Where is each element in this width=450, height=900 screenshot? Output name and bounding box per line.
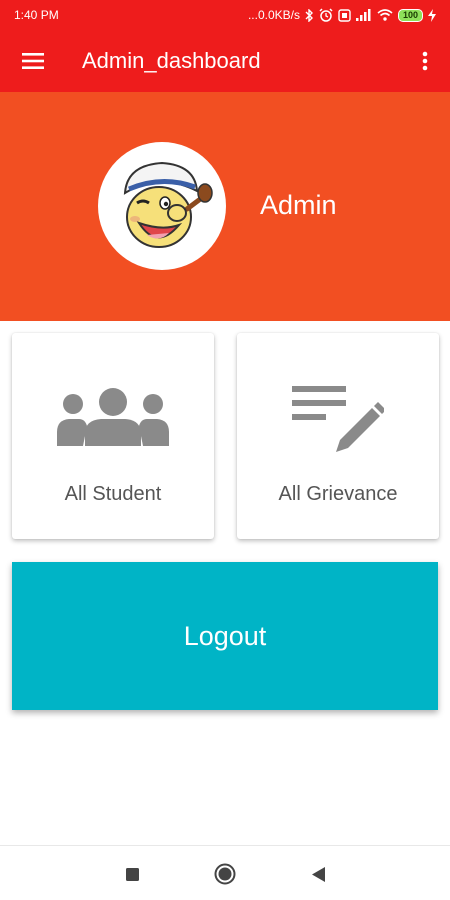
wifi-icon: [377, 9, 393, 21]
circle-home-icon: [214, 863, 236, 885]
alarm-icon: [319, 8, 333, 22]
app-bar: Admin_dashboard: [0, 30, 450, 92]
hamburger-menu-icon: [22, 53, 44, 69]
logout-button[interactable]: Logout: [12, 562, 438, 710]
avatar: [98, 142, 226, 270]
recents-button[interactable]: [118, 860, 146, 888]
more-vert-icon: [422, 51, 428, 71]
status-icons: ...0.0KB/s 100: [248, 8, 436, 22]
profile-header: Admin: [0, 92, 450, 321]
network-speed: ...0.0KB/s: [247, 8, 300, 22]
app-title: Admin_dashboard: [82, 48, 261, 73]
popeye-avatar-icon: [123, 161, 213, 248]
battery-indicator: 100: [397, 8, 423, 22]
all-grievance-label: All Grievance: [278, 483, 398, 505]
system-nav-bar: [0, 845, 450, 900]
all-student-label: All Student: [64, 483, 162, 505]
overflow-menu-button[interactable]: [400, 30, 450, 92]
home-button[interactable]: [211, 860, 239, 888]
back-button[interactable]: [304, 860, 332, 888]
sim-icon: [338, 8, 351, 22]
profile-name: Admin: [260, 190, 337, 220]
signal-icon: [355, 9, 372, 21]
all-student-card[interactable]: All Student: [12, 333, 214, 539]
logout-label: Logout: [183, 620, 267, 651]
all-grievance-card[interactable]: All Grievance: [237, 333, 439, 539]
charging-icon: [428, 8, 436, 22]
triangle-back-icon: [311, 866, 325, 882]
screen: 1:40 PM ...0.0KB/s 100 Admin_dashboard A…: [0, 0, 450, 900]
status-time: 1:40 PM: [14, 8, 59, 22]
bluetooth-icon: [305, 8, 314, 22]
menu-button[interactable]: [0, 30, 66, 92]
edit-list-icon: [237, 386, 439, 458]
people-group-icon: [12, 388, 214, 448]
square-icon: [125, 867, 139, 881]
status-bar: 1:40 PM ...0.0KB/s 100: [0, 0, 450, 30]
